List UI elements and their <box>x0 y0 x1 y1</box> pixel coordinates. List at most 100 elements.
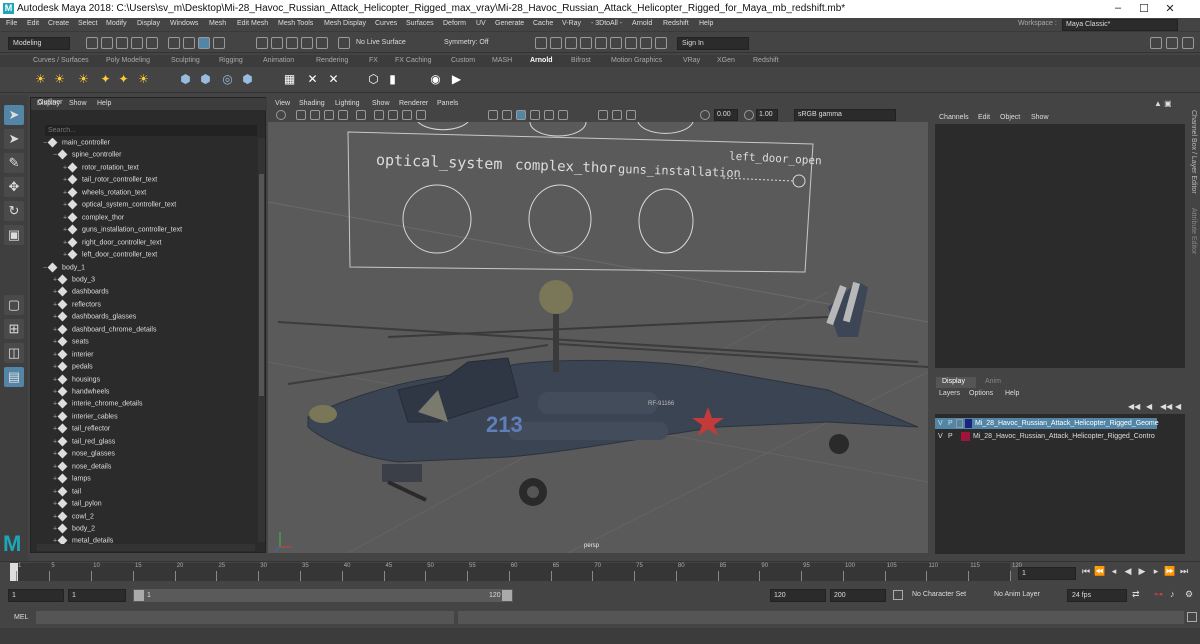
exposure-field[interactable]: 0.00 <box>714 109 738 121</box>
outliner-row[interactable]: + interie_chrome_details <box>53 398 142 412</box>
grid-toggle-icon[interactable] <box>374 110 384 120</box>
hypershade-icon[interactable] <box>595 37 607 49</box>
outliner-hscrollbar[interactable] <box>37 544 255 551</box>
menu-generate[interactable]: Generate <box>495 20 524 27</box>
sky-light-icon[interactable]: ☀ <box>76 72 91 87</box>
menu-vray[interactable]: V-Ray <box>562 20 581 27</box>
anim-prefs-icon[interactable]: ⚙ <box>1185 589 1193 600</box>
layer-row[interactable]: V P Mi_28_Havoc_Russian_Attack_Helicopte… <box>935 431 1157 442</box>
outliner-row[interactable]: + tail_pylon <box>53 498 102 512</box>
exposure-icon[interactable] <box>700 110 710 120</box>
minimize-button[interactable]: – <box>1108 2 1128 14</box>
two-view-layout-icon[interactable]: ◫ <box>4 343 24 363</box>
range-slider-end-handle[interactable] <box>502 590 512 601</box>
outliner-row[interactable]: + seats <box>53 336 89 350</box>
snap-view-plane-icon[interactable] <box>301 37 313 49</box>
menu-mesh-display[interactable]: Mesh Display <box>324 20 366 27</box>
render-settings-icon[interactable] <box>580 37 592 49</box>
resolution-gate-icon[interactable] <box>402 110 412 120</box>
shelf-tab-poly-modeling[interactable]: Poly Modeling <box>106 57 150 64</box>
step-back-frame-icon[interactable]: ◂ <box>1108 566 1120 580</box>
outliner-row[interactable]: − body_1 <box>43 262 85 276</box>
outliner-row[interactable]: + tail <box>53 486 81 500</box>
outliner-row[interactable]: + right_door_controller_text <box>63 237 161 251</box>
outliner-row[interactable]: + interier <box>53 349 93 363</box>
snap-live-icon[interactable] <box>316 37 328 49</box>
layer-playback-toggle[interactable]: P <box>948 433 953 440</box>
go-to-end-icon[interactable]: ⏭ <box>1178 566 1190 580</box>
layer-move-down-icon[interactable]: ◀ <box>1146 402 1152 411</box>
script-editor-icon[interactable] <box>1187 612 1197 622</box>
arnold-render-view-icon[interactable]: ☀ <box>33 72 48 87</box>
menu-cache[interactable]: Cache <box>533 20 553 27</box>
menu-arnold[interactable]: Arnold <box>632 20 652 27</box>
menu-select[interactable]: Select <box>78 20 97 27</box>
outliner-row[interactable]: + lamps <box>53 473 91 487</box>
shelf-tab-curves-surfaces[interactable]: Curves / Surfaces <box>33 57 89 64</box>
channel-menu-object[interactable]: Object <box>1000 114 1020 121</box>
menu-set-dropdown[interactable]: Modeling <box>8 37 70 50</box>
maximize-button[interactable]: ☐ <box>1134 2 1154 15</box>
outliner-row[interactable]: − spine_controller <box>53 149 121 163</box>
shelf-tab-bifrost[interactable]: Bifrost <box>571 57 591 64</box>
menu-edit-mesh[interactable]: Edit Mesh <box>237 20 268 27</box>
new-layer-selected-icon[interactable]: ◀ <box>1175 402 1181 411</box>
undo-icon[interactable] <box>131 37 143 49</box>
color-space-dropdown[interactable]: sRGB gamma <box>794 109 896 121</box>
channel-menu-edit[interactable]: Edit <box>978 114 990 121</box>
menu-redshift[interactable]: Redshift <box>663 20 689 27</box>
outliner-row[interactable]: + body_3 <box>53 274 95 288</box>
eye-icon[interactable]: ◉ <box>428 72 443 87</box>
channel-menu-channels[interactable]: Channels <box>939 114 969 121</box>
menu-help[interactable]: Help <box>699 20 713 27</box>
layer-name[interactable]: Mi_28_Havoc_Russian_Attack_Helicopter_Ri… <box>973 433 1155 440</box>
menu-deform[interactable]: Deform <box>443 20 466 27</box>
layer-visibility-toggle[interactable]: V <box>938 433 943 440</box>
select-component-icon[interactable] <box>198 37 210 49</box>
flush-caches-icon[interactable]: ⬢ <box>240 72 255 87</box>
range-slider-start-handle[interactable] <box>134 590 144 601</box>
physical-sky-icon[interactable]: ☀ <box>136 72 151 87</box>
outliner-row[interactable]: + housings <box>53 374 100 388</box>
menu-3dtoall[interactable]: - 3DtoAll - <box>591 20 622 27</box>
move-tool-icon[interactable]: ✥ <box>4 177 24 197</box>
redshift-render-icon[interactable] <box>640 37 652 49</box>
menu-mesh[interactable]: Mesh <box>209 20 226 27</box>
shelf-tab-motion-graphics[interactable]: Motion Graphics <box>611 57 662 64</box>
license-manager-icon[interactable]: ✕ <box>326 72 341 87</box>
render-sequence-icon[interactable]: ▮ <box>385 72 400 87</box>
close-button[interactable]: ✕ <box>1160 2 1180 15</box>
go-to-start-icon[interactable]: ⏮ <box>1080 566 1092 580</box>
shelf-tab-vray[interactable]: VRay <box>683 57 700 64</box>
light-manager-icon[interactable]: ✕ <box>305 72 320 87</box>
scale-tool-icon[interactable]: ▣ <box>4 225 24 245</box>
open-scene-icon[interactable] <box>101 37 113 49</box>
command-input[interactable] <box>36 611 454 624</box>
bookmark-icon[interactable] <box>310 110 320 120</box>
render-view-icon[interactable] <box>535 37 547 49</box>
outliner-scrollbar[interactable] <box>258 138 265 542</box>
xray-joints-icon[interactable] <box>626 110 636 120</box>
two-d-pan-icon[interactable] <box>338 110 348 120</box>
layer-color-swatch[interactable] <box>961 432 970 441</box>
animation-end-field[interactable]: 200 <box>830 589 886 602</box>
ipr-render-icon[interactable] <box>565 37 577 49</box>
rotate-tool-icon[interactable]: ↻ <box>4 201 24 221</box>
new-scene-icon[interactable] <box>86 37 98 49</box>
symmetry-label[interactable]: Symmetry: Off <box>444 39 489 46</box>
four-view-layout-icon[interactable]: ⊞ <box>4 319 24 339</box>
gamma-field[interactable]: 1.00 <box>756 109 778 121</box>
character-set-dropdown[interactable]: No Character Set <box>908 589 984 602</box>
outliner-row[interactable]: + tail_rotor_controller_text <box>63 174 157 188</box>
menu-windows[interactable]: Windows <box>170 20 198 27</box>
outliner-menu-help[interactable]: Help <box>97 100 111 107</box>
current-frame-field[interactable]: 1 <box>1018 567 1076 580</box>
outliner-title-text[interactable]: Outliner <box>38 99 63 106</box>
outliner-scroll-thumb[interactable] <box>259 174 264 396</box>
shelf-tab-custom[interactable]: Custom <box>451 57 475 64</box>
character-set-icon[interactable] <box>893 590 903 600</box>
playback-end-field[interactable]: 120 <box>770 589 826 602</box>
vp-menu-view[interactable]: View <box>275 100 290 107</box>
select-object-icon[interactable] <box>183 37 195 49</box>
channel-box-icon[interactable] <box>1182 37 1194 49</box>
